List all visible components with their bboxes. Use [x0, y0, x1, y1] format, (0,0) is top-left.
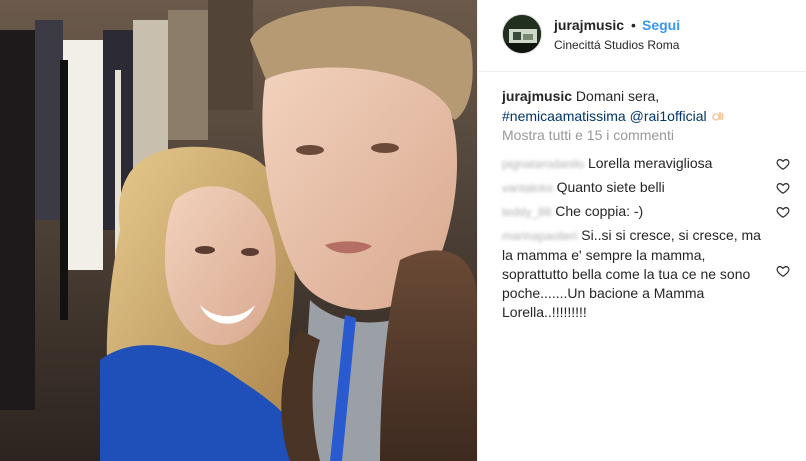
show-all-comments-link[interactable]: Mostra tutti e 15 i commenti [502, 127, 674, 143]
post-location[interactable]: Cinecittá Studios Roma [554, 38, 679, 52]
post-header: jurajmusic • Segui Cinecittá Studios Rom… [478, 0, 806, 72]
comment-item: pignatarodanilo Lorella meravigliosa [502, 154, 770, 174]
selfie-image [0, 0, 477, 461]
post-caption: jurajmusic Domani sera, #nemicaamatissim… [502, 86, 792, 126]
post-username[interactable]: jurajmusic [554, 17, 624, 33]
comment-text: Lorella meravigliosa [587, 155, 713, 171]
comment-item: vantaloloi Quanto siete belli [502, 178, 770, 198]
avatar[interactable] [502, 14, 542, 54]
caption-hashtag[interactable]: #nemicaamatissima [502, 108, 626, 124]
comment-username[interactable]: marinapaolieri [502, 229, 577, 243]
comment-username[interactable]: vantaloloi [502, 181, 553, 195]
caption-text: Domani sera, [575, 88, 660, 104]
like-comment-heart-icon[interactable] [776, 157, 790, 171]
avatar-image [503, 15, 541, 53]
comment-username[interactable]: pignatarodanilo [502, 157, 584, 171]
caption-mention[interactable]: @rai1official [630, 108, 707, 124]
ok-hand-emoji-icon [711, 112, 723, 121]
like-comment-heart-icon[interactable] [776, 264, 790, 278]
post-photo[interactable] [0, 0, 477, 461]
comment-username[interactable]: teddy_88 [502, 205, 551, 219]
separator-dot: • [631, 17, 636, 33]
like-comment-heart-icon[interactable] [776, 181, 790, 195]
comment-item: teddy_88 Che coppia: -) [502, 202, 770, 222]
comment-item: marinapaolieri Si..si si cresce, si cres… [502, 226, 770, 322]
follow-button[interactable]: Segui [642, 17, 680, 33]
post-sidebar: jurajmusic • Segui Cinecittá Studios Rom… [477, 0, 806, 461]
like-comment-heart-icon[interactable] [776, 205, 790, 219]
comment-text: Che coppia: -) [555, 203, 644, 219]
comment-text: Quanto siete belli [556, 179, 665, 195]
caption-username[interactable]: jurajmusic [502, 88, 572, 104]
